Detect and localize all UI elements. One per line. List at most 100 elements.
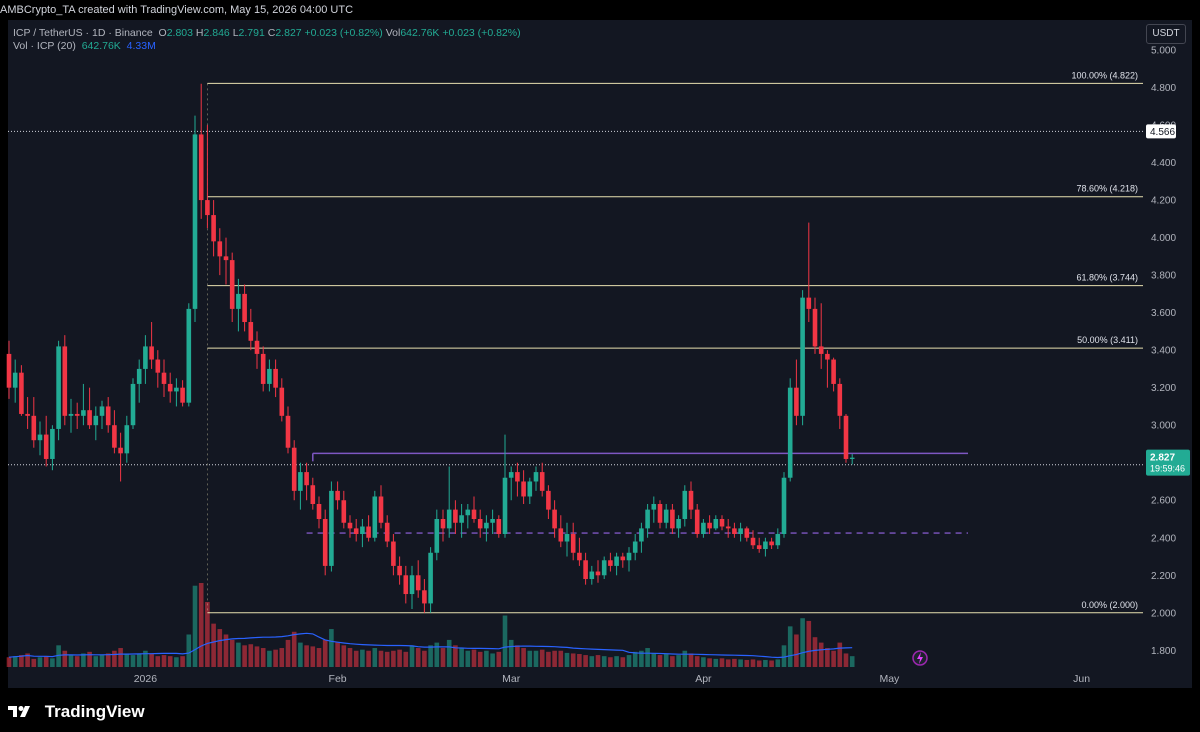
candle-body: [217, 241, 223, 257]
candle-body: [236, 293, 241, 309]
volume-bar: [521, 648, 526, 667]
candle-body: [409, 575, 415, 595]
volume-bar: [515, 645, 520, 667]
candle-body: [453, 509, 458, 523]
volume-bar: [440, 648, 446, 667]
candle-body: [260, 353, 266, 384]
volume-bar: [37, 657, 43, 667]
candle-body: [738, 528, 743, 535]
candle-body: [533, 472, 539, 482]
volume-bar: [756, 660, 762, 667]
volume-bar: [31, 658, 37, 667]
volume-bar: [818, 642, 824, 667]
volume-bar: [254, 646, 260, 667]
volume-bar: [725, 659, 731, 667]
candle-body: [74, 413, 80, 416]
candle-body: [229, 260, 235, 309]
candle-body: [682, 490, 688, 519]
candle-body: [37, 434, 43, 441]
candle-body: [211, 215, 216, 242]
candle-body: [818, 346, 824, 354]
y-tick-label: 3.200: [1151, 383, 1176, 394]
volume-bar: [670, 656, 675, 667]
brand-name: TradingView: [44, 702, 145, 721]
candle-body: [440, 519, 446, 529]
volume-bar: [186, 634, 192, 667]
volume-bar: [291, 631, 297, 667]
candle-body: [570, 534, 576, 553]
volume-bar: [496, 651, 502, 667]
currency-button[interactable]: USDT: [1146, 24, 1186, 44]
x-tick-label: Jun: [1073, 673, 1090, 685]
candle-body: [19, 372, 24, 414]
candle-body: [831, 359, 836, 384]
volume-bar: [843, 653, 849, 667]
volume-bar: [546, 651, 551, 667]
volume-bar: [484, 650, 489, 667]
volume-bar: [763, 659, 768, 667]
volume-bar: [459, 648, 464, 667]
candle-body: [639, 528, 644, 542]
y-tick-label: 3.600: [1151, 308, 1176, 319]
candle-body: [329, 490, 334, 566]
volume-bar: [527, 650, 533, 667]
candle-body: [50, 428, 55, 459]
x-tick-label: 2026: [134, 673, 158, 685]
fib-level-label: 61.80% (3.744): [1076, 273, 1138, 283]
volume-bar: [502, 615, 508, 667]
candle-body: [372, 496, 378, 538]
candle-body: [316, 503, 322, 519]
volume-bar: [577, 653, 582, 667]
candle-body: [732, 528, 737, 535]
candle-body: [676, 519, 681, 529]
volume-bar: [74, 656, 80, 667]
y-tick-label: 3.400: [1151, 346, 1176, 357]
candle-body: [620, 556, 626, 561]
fib-level-label: 100.00% (4.822): [1071, 70, 1138, 80]
price-chart[interactable]: 5.0004.8004.6004.4004.2004.0003.8003.600…: [0, 0, 1200, 732]
candle-body: [595, 571, 601, 576]
candle-body: [651, 503, 657, 510]
candle-body: [397, 565, 402, 576]
volume-bar: [409, 645, 415, 667]
candle-body: [81, 410, 86, 416]
volume-bar: [428, 645, 433, 667]
candle-body: [744, 528, 750, 538]
candle-body: [484, 522, 489, 529]
volume-bar: [583, 655, 588, 667]
candle-body: [322, 519, 328, 566]
volume-bar: [608, 657, 613, 667]
volume-bar: [558, 650, 564, 667]
fib-level-label: 78.60% (4.218): [1076, 184, 1138, 194]
candle-body: [787, 387, 793, 478]
volume-bar: [595, 655, 601, 667]
candle-body: [781, 477, 787, 535]
volume-bar: [192, 585, 198, 667]
volume-bar: [391, 650, 396, 667]
volume-bar: [366, 650, 371, 667]
volume-bar: [570, 653, 576, 667]
candle-body: [353, 528, 359, 535]
candle-body: [279, 387, 285, 416]
candle-body: [174, 387, 179, 392]
candle-body: [267, 368, 272, 384]
volume-bar: [298, 642, 303, 667]
volume-bar: [738, 659, 743, 667]
volume-bar: [310, 646, 316, 667]
candle-body: [366, 526, 371, 538]
volume-bar: [626, 655, 632, 667]
volume-bar: [769, 660, 774, 667]
candle-body: [124, 425, 130, 454]
volume-bar: [372, 648, 378, 667]
volume-bar: [403, 651, 409, 667]
volume-bar: [50, 658, 55, 667]
y-tick-label: 3.000: [1151, 421, 1176, 432]
volume-bar: [688, 653, 694, 667]
candle-body: [198, 134, 204, 201]
candle-body: [192, 134, 198, 309]
candle-body: [87, 410, 92, 426]
y-tick-label: 4.000: [1151, 233, 1176, 244]
candle-body: [25, 413, 30, 416]
volume-bar: [614, 656, 619, 667]
x-tick-label: Apr: [695, 673, 712, 685]
